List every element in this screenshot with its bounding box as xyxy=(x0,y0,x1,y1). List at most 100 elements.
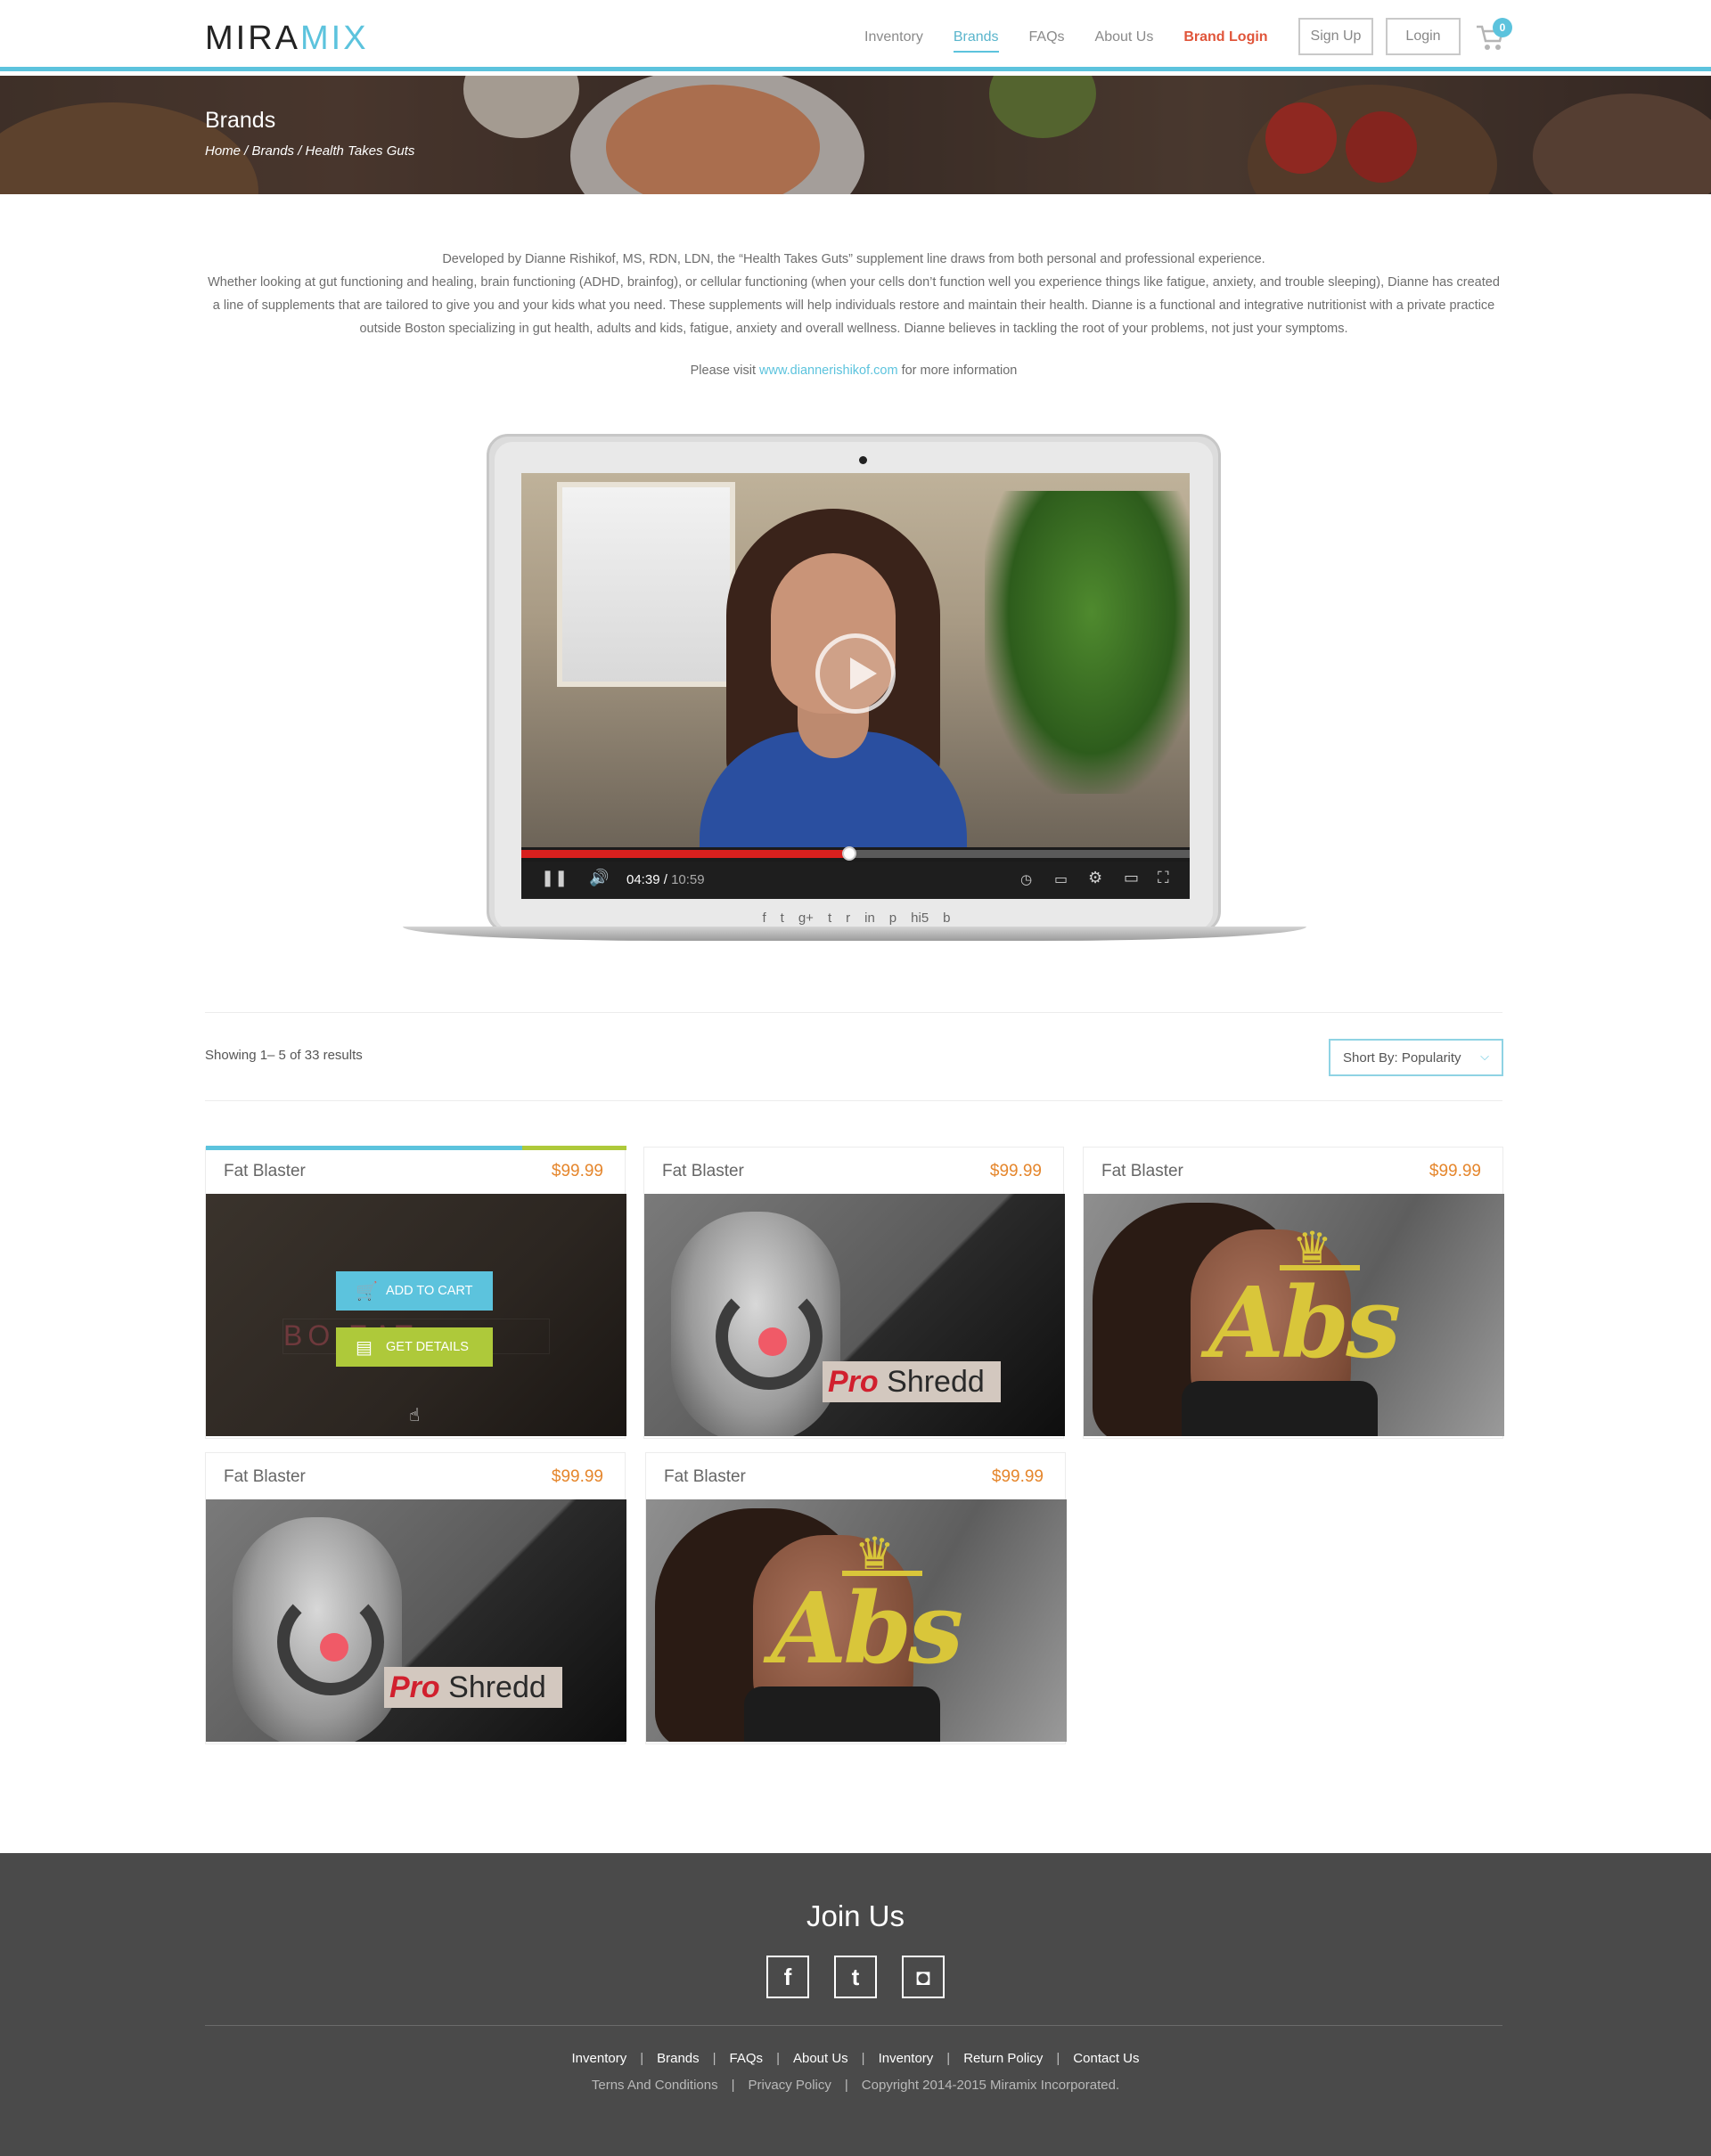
footer-link-contact-us[interactable]: Contact Us xyxy=(1073,2051,1139,2066)
link-separator: | xyxy=(712,2051,716,2066)
video-scrubber-handle[interactable] xyxy=(841,846,856,861)
main-nav: Inventory Brands FAQs About Us Brand Log… xyxy=(864,29,1298,53)
logo-text-mira: MIRA xyxy=(205,20,300,57)
login-button[interactable]: Login xyxy=(1386,18,1461,55)
link-separator: | xyxy=(844,2078,848,2093)
video-controls: ❚❚ 🔊 04:39 / 10:59 ◷ ▭ ⚙ ▭ ⛶ xyxy=(521,862,1190,899)
pro-shredd-label: Pro Shredd xyxy=(384,1667,562,1708)
product-image[interactable]: Pro Shredd xyxy=(644,1194,1065,1436)
link-separator: | xyxy=(1056,2051,1060,2066)
footer-legal-link-privacy-policy[interactable]: Privacy Policy xyxy=(749,2078,831,2093)
pro-shredd-logo-dot xyxy=(320,1633,348,1662)
facebook-icon[interactable]: f xyxy=(762,911,765,926)
product-card[interactable]: Fat Blaster $99.99 Abs xyxy=(645,1452,1067,1744)
footer-legal-link-terns-and-conditions[interactable]: Terns And Conditions xyxy=(592,2078,718,2093)
product-name[interactable]: Fat Blaster xyxy=(1101,1162,1183,1181)
chevron-down-icon: ⌵ xyxy=(1480,1049,1489,1063)
video-current-time: 04:39 xyxy=(626,872,660,887)
laptop-camera xyxy=(859,456,867,464)
settings-gear-icon[interactable]: ⚙ xyxy=(1088,869,1102,887)
pinterest-icon[interactable]: p xyxy=(889,911,896,926)
product-name[interactable]: Fat Blaster xyxy=(662,1162,744,1181)
laptop-frame: ❚❚ 🔊 04:39 / 10:59 ◷ ▭ ⚙ ▭ ⛶ f t g+ t r in p hi… xyxy=(487,434,1221,933)
product-card-header: Fat Blaster $99.99 xyxy=(1084,1147,1502,1194)
nav-brand-login[interactable]: Brand Login xyxy=(1183,29,1267,53)
nav-faqs[interactable]: FAQs xyxy=(1029,29,1065,53)
clock-icon[interactable]: ◷ xyxy=(1020,871,1032,887)
tumblr-icon[interactable]: t xyxy=(828,911,831,926)
video-player[interactable]: ❚❚ 🔊 04:39 / 10:59 ◷ ▭ ⚙ ▭ ⛶ xyxy=(521,473,1190,899)
product-image[interactable]: Abs xyxy=(1084,1194,1504,1436)
hand-cursor-icon: ☝ xyxy=(409,1406,421,1425)
model-top xyxy=(1182,1381,1378,1436)
captions-icon[interactable]: ▭ xyxy=(1054,870,1068,888)
add-to-cart-button[interactable]: 🛒 ADD TO CART xyxy=(336,1271,493,1311)
blogger-icon[interactable]: b xyxy=(943,911,950,926)
sign-up-button[interactable]: Sign Up xyxy=(1298,18,1373,55)
product-name[interactable]: Fat Blaster xyxy=(224,1467,306,1487)
product-card[interactable]: Fat Blaster $99.99 Abs xyxy=(1083,1147,1504,1439)
video-progress-fill xyxy=(521,850,849,858)
footer-link-inventory[interactable]: Inventory xyxy=(879,2051,934,2066)
footer-link-faqs[interactable]: FAQs xyxy=(730,2051,764,2066)
twitter-icon[interactable]: t xyxy=(834,1956,877,1998)
pro-shredd-label: Pro Shredd xyxy=(823,1361,1001,1402)
footer-legal-link-copyright-2014-2015-miramix-incorporated[interactable]: Copyright 2014-2015 Miramix Incorporated… xyxy=(862,2078,1119,2093)
footer-link-inventory[interactable]: Inventory xyxy=(572,2051,627,2066)
nav-inventory[interactable]: Inventory xyxy=(864,29,923,53)
brand-description-body: Whether looking at gut functioning and h… xyxy=(208,275,1500,336)
linkedin-icon[interactable]: in xyxy=(864,911,875,926)
play-button[interactable] xyxy=(815,633,896,714)
nav-about-us[interactable]: About Us xyxy=(1095,29,1154,53)
video-plant xyxy=(985,491,1190,794)
product-name[interactable]: Fat Blaster xyxy=(664,1467,746,1487)
brand-description-line1: Developed by Dianne Rishikof, MS, RDN, L… xyxy=(442,252,1265,266)
join-us-title: Join Us xyxy=(806,1899,905,1932)
footer-link-return-policy[interactable]: Return Policy xyxy=(963,2051,1043,2066)
video-duration: 10:59 xyxy=(671,872,705,887)
link-separator: | xyxy=(946,2051,951,2066)
instagram-icon[interactable]: ◘ xyxy=(902,1956,945,1998)
cart-count-badge: 0 xyxy=(1493,18,1512,37)
product-image[interactable]: Pro Shredd xyxy=(206,1499,626,1742)
site-footer: Join Us f t ◘ Inventory | Brands | FAQs | Abou… xyxy=(0,1853,1711,2156)
miramix-logo[interactable]: MIRAMIX xyxy=(205,20,369,58)
product-image[interactable]: Abs xyxy=(646,1499,1067,1742)
product-image[interactable]: BO EAT 🛒ADD TO CART ▤GET DETAILS ☝ xyxy=(206,1194,626,1436)
product-card[interactable]: Fat Blaster $99.99 BO EAT 🛒ADD TO CART ▤… xyxy=(205,1146,626,1439)
play-icon xyxy=(850,657,877,690)
pause-icon[interactable]: ❚❚ xyxy=(541,869,568,887)
cart-icon: 🛒 xyxy=(356,1282,378,1302)
footer-link-about-us[interactable]: About Us xyxy=(793,2051,848,2066)
product-card-header: Fat Blaster $99.99 xyxy=(646,1453,1065,1499)
video-frame[interactable] xyxy=(521,473,1190,847)
theater-mode-icon[interactable]: ▭ xyxy=(1124,869,1139,887)
link-separator: | xyxy=(640,2051,644,2066)
volume-icon[interactable]: 🔊 xyxy=(589,869,609,887)
breadcrumb[interactable]: Home / Brands / Health Takes Guts xyxy=(205,143,414,159)
reddit-icon[interactable]: r xyxy=(846,911,850,926)
logo-text-mix: MIX xyxy=(300,20,369,57)
visit-line: Please visit www.diannerishikof.com for … xyxy=(203,363,1504,378)
pro-text: Pro xyxy=(389,1670,440,1704)
video-progress-bar[interactable] xyxy=(521,846,1190,861)
product-name[interactable]: Fat Blaster xyxy=(224,1162,306,1181)
shredd-text: Shredd xyxy=(887,1365,985,1399)
facebook-icon[interactable]: f xyxy=(766,1956,809,1998)
get-details-button[interactable]: ▤ GET DETAILS xyxy=(336,1327,493,1367)
fullscreen-icon[interactable]: ⛶ xyxy=(1158,869,1169,887)
model-top xyxy=(744,1686,940,1742)
twitter-icon[interactable]: t xyxy=(781,911,784,926)
page-title: Brands xyxy=(205,108,276,133)
document-icon: ▤ xyxy=(356,1338,372,1358)
product-card[interactable]: Fat Blaster $99.99 Pro Shredd xyxy=(205,1452,626,1744)
product-card[interactable]: Fat Blaster $99.99 Pro Shredd xyxy=(643,1147,1065,1439)
footer-link-brands[interactable]: Brands xyxy=(657,2051,700,2066)
footer-links: Inventory | Brands | FAQs | About Us | Inventory… xyxy=(0,2051,1711,2066)
nav-brands[interactable]: Brands xyxy=(953,29,999,53)
brand-website-link[interactable]: www.diannerishikof.com xyxy=(759,363,898,378)
laptop-bezel: ❚❚ 🔊 04:39 / 10:59 ◷ ▭ ⚙ ▭ ⛶ f t g+ t r in p hi… xyxy=(495,442,1213,930)
sort-dropdown[interactable]: Short By: Popularity ⌵ xyxy=(1329,1039,1503,1076)
hi5-icon[interactable]: hi5 xyxy=(911,911,929,926)
google-plus-icon[interactable]: g+ xyxy=(798,911,814,926)
